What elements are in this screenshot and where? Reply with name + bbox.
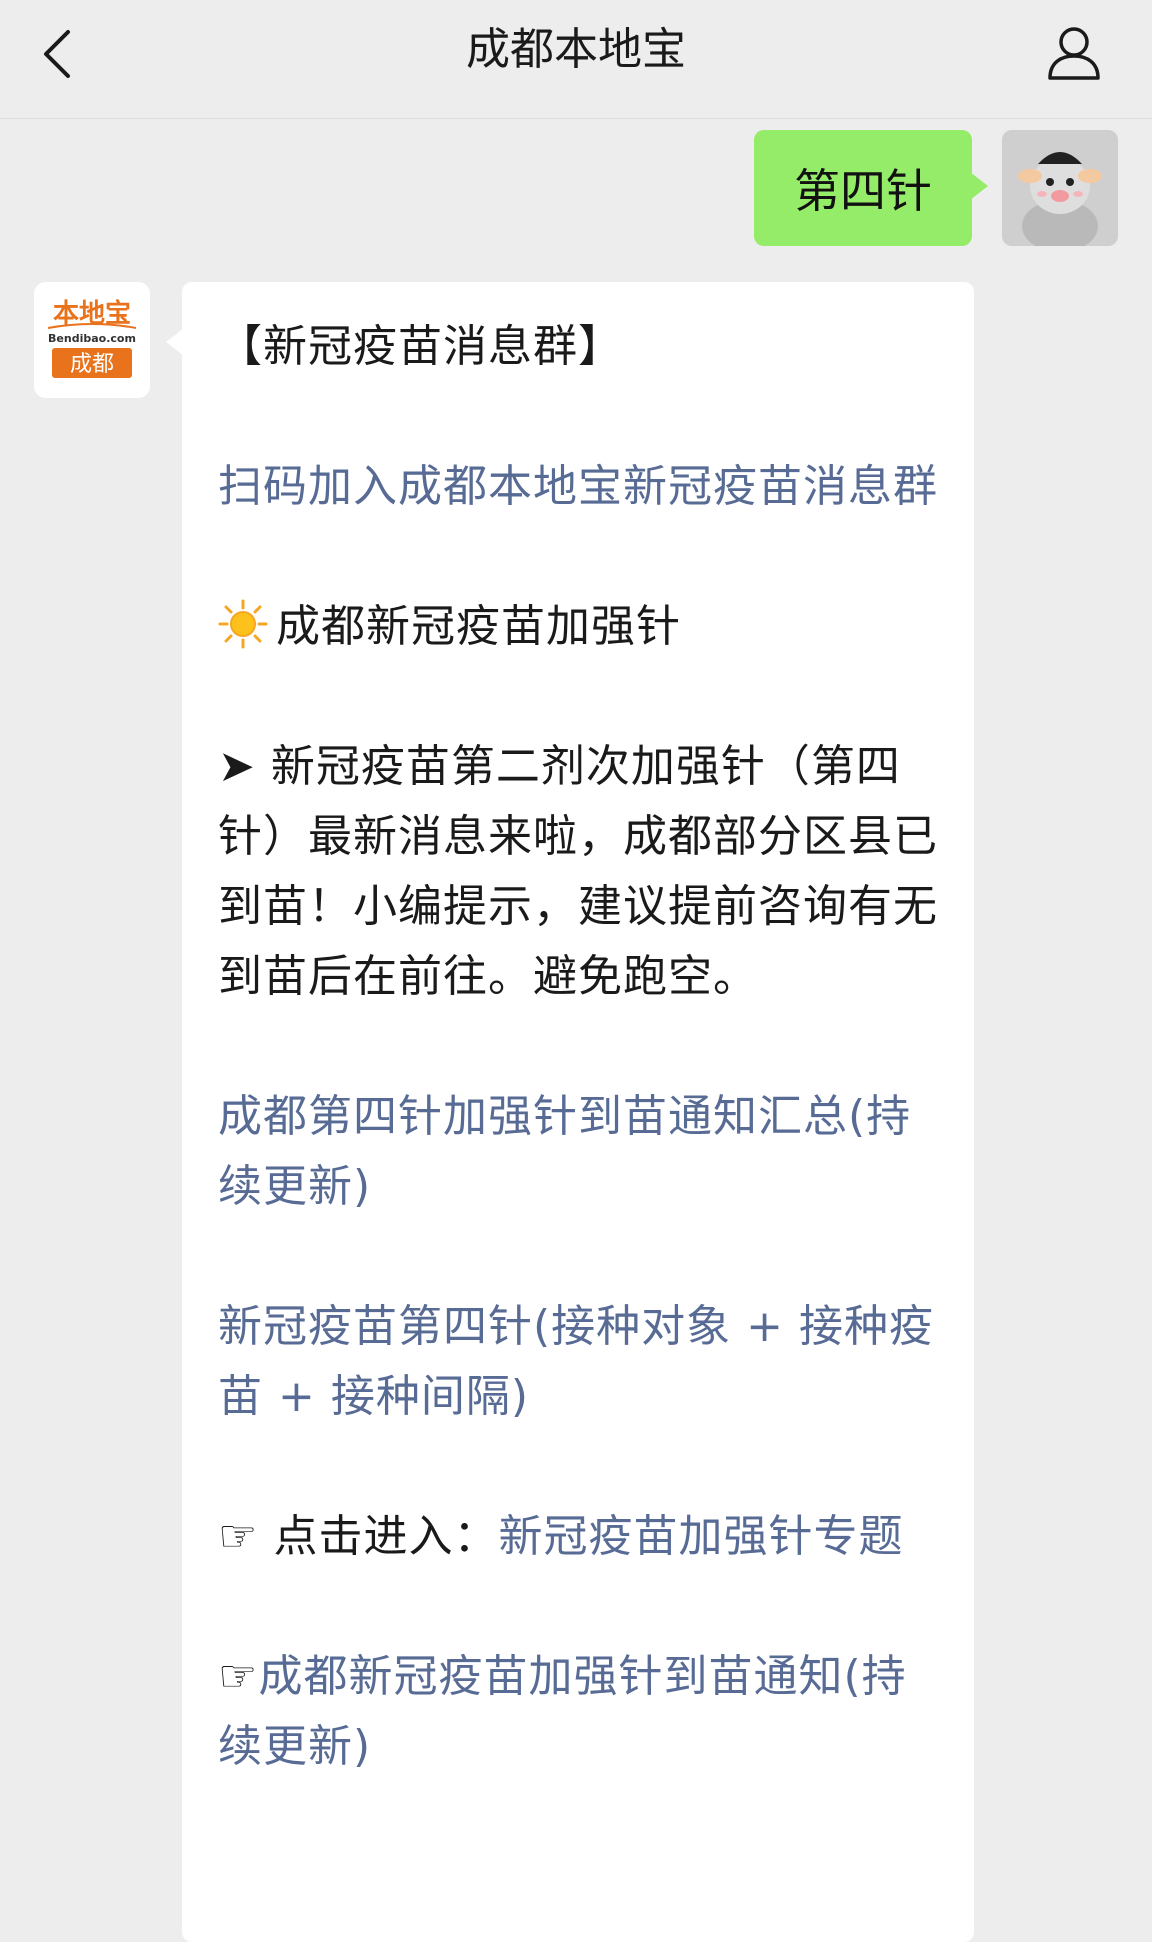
notice-text: 新冠疫苗第二剂次加强针（第四针）最新消息来啦，成都部分区县已到苗！小编提示，建议… [218, 741, 938, 1002]
notice-link-row: ☞成都新冠疫苗加强针到苗通知(持续更新) [218, 1642, 938, 1782]
user-avatar-image [1002, 130, 1118, 246]
logo-city: 成都 [70, 352, 114, 377]
bendibao-logo: 本地宝 Bendibao.com 成都 [34, 282, 150, 398]
click-enter-label: 点击进入： [258, 1511, 499, 1562]
outgoing-message: 第四针 [518, 130, 1118, 246]
pointing-hand-icon: ☞ [218, 1511, 259, 1562]
scan-join-link[interactable]: 扫码加入成都本地宝新冠疫苗消息群 [218, 452, 938, 522]
notice-paragraph: ➤ 新冠疫苗第二剂次加强针（第四针）最新消息来啦，成都部分区县已到苗！小编提示，… [218, 732, 938, 1012]
arrival-notice-link[interactable]: 成都新冠疫苗加强针到苗通知(持续更新) [218, 1651, 907, 1772]
topic-link[interactable]: 新冠疫苗加强针专题 [498, 1511, 903, 1562]
fourth-dose-link[interactable]: 新冠疫苗第四针(接种对象 + 接种疫苗 + 接种间隔) [218, 1292, 938, 1432]
profile-button[interactable] [1044, 22, 1104, 82]
official-account-avatar[interactable]: 本地宝 Bendibao.com 成都 [34, 282, 150, 398]
incoming-bubble: 【新冠疫苗消息群】 扫码加入成都本地宝新冠疫苗消息群 成都新冠疫苗加强针 ➤ 新… [166, 282, 974, 1942]
group-title: 【新冠疫苗消息群】 [218, 321, 623, 372]
outgoing-bubble[interactable]: 第四针 [754, 130, 988, 246]
user-avatar[interactable] [1002, 130, 1118, 246]
summary-link[interactable]: 成都第四针加强针到苗通知汇总(持续更新) [218, 1082, 938, 1222]
person-icon [1048, 27, 1100, 80]
click-enter-row: ☞ 点击进入：新冠疫苗加强针专题 [218, 1502, 938, 1572]
pointing-hand-icon: ☞ [218, 1651, 259, 1702]
section-heading: 成都新冠疫苗加强针 [276, 601, 681, 652]
arrow-bullet: ➤ [218, 741, 256, 792]
section-heading-row: 成都新冠疫苗加强针 [218, 592, 938, 662]
top-bar: 成都本地宝 [0, 0, 1152, 119]
logo-site: Bendibao.com [48, 332, 136, 345]
chat-title: 成都本地宝 [466, 24, 686, 75]
sun-icon [218, 599, 268, 649]
